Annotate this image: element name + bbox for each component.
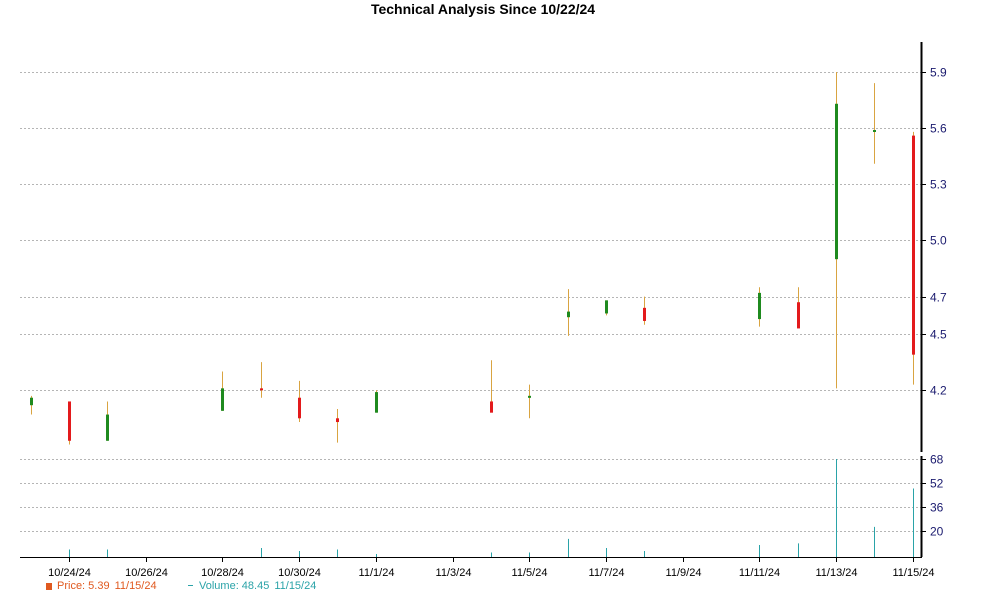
- candle-body: [490, 401, 493, 413]
- price-tick-label: 4.2: [930, 384, 947, 398]
- volume-tick-label: 52: [930, 477, 944, 491]
- price-tick-label: 4.5: [930, 328, 947, 342]
- chart-canvas: 4.2 4.5 4.7 5.0 5.3 5.6 5.9 20 36 52 68 10/24/24 10/…: [20, 42, 947, 579]
- x-tick-label: 11/13/24: [815, 567, 857, 579]
- candle-body: [528, 395, 531, 398]
- x-tick-label: 11/15/24: [892, 567, 934, 579]
- candle-body: [106, 414, 109, 441]
- candle-body: [260, 388, 263, 391]
- legend-volume-date: 11/15/24: [274, 580, 317, 592]
- candle-body: [605, 300, 608, 314]
- candle-body: [643, 307, 646, 321]
- x-tick-label: 11/3/24: [436, 567, 472, 579]
- x-tick-label: 11/1/24: [359, 567, 395, 579]
- candle-body: [68, 401, 71, 441]
- price-swatch-icon: [46, 583, 52, 590]
- candle-body: [375, 392, 378, 413]
- candle-body: [797, 302, 800, 329]
- candle-body: [298, 397, 301, 419]
- x-tick-label: 10/30/24: [278, 567, 321, 579]
- legend-price: Price: 5.39 11/15/24: [46, 580, 157, 592]
- x-tick-label: 10/28/24: [201, 567, 244, 579]
- candle-body: [912, 135, 915, 355]
- candle-body: [758, 292, 761, 320]
- legend-price-date: 11/15/24: [114, 580, 157, 592]
- volume-tick-label: 68: [930, 453, 944, 467]
- x-tick-label: 10/26/24: [125, 567, 168, 579]
- candle-body: [221, 388, 224, 411]
- x-tick-label: 10/24/24: [48, 567, 91, 579]
- candle-body: [567, 311, 570, 318]
- technical-analysis-chart: Technical Analysis Since 10/22/24 4.2 4.5…: [0, 0, 1000, 600]
- chart-title: Technical Analysis Since 10/22/24: [370, 1, 596, 17]
- volume-swatch-icon: [188, 585, 193, 586]
- price-tick-label: 5.6: [930, 122, 947, 136]
- price-tick-label: 4.7: [930, 291, 947, 305]
- candle-body: [30, 397, 33, 406]
- candle-body: [835, 103, 838, 260]
- legend-price-value: Price: 5.39: [57, 580, 110, 592]
- volume-tick-label: 36: [930, 501, 944, 515]
- x-tick-label: 11/7/24: [589, 567, 625, 579]
- legend-volume: Volume: 48.45 11/15/24: [188, 580, 316, 592]
- x-tick-label: 11/11/24: [739, 567, 780, 579]
- legend-volume-value: Volume: 48.45: [199, 580, 270, 592]
- price-tick-label: 5.3: [930, 178, 947, 192]
- volume-tick-label: 20: [930, 525, 944, 539]
- price-tick-label: 5.0: [930, 234, 947, 248]
- x-tick-label: 11/9/24: [666, 567, 702, 579]
- candle-body: [873, 129, 876, 132]
- x-tick-label: 11/5/24: [512, 567, 548, 579]
- candle-body: [336, 418, 339, 423]
- price-tick-label: 5.9: [930, 66, 947, 80]
